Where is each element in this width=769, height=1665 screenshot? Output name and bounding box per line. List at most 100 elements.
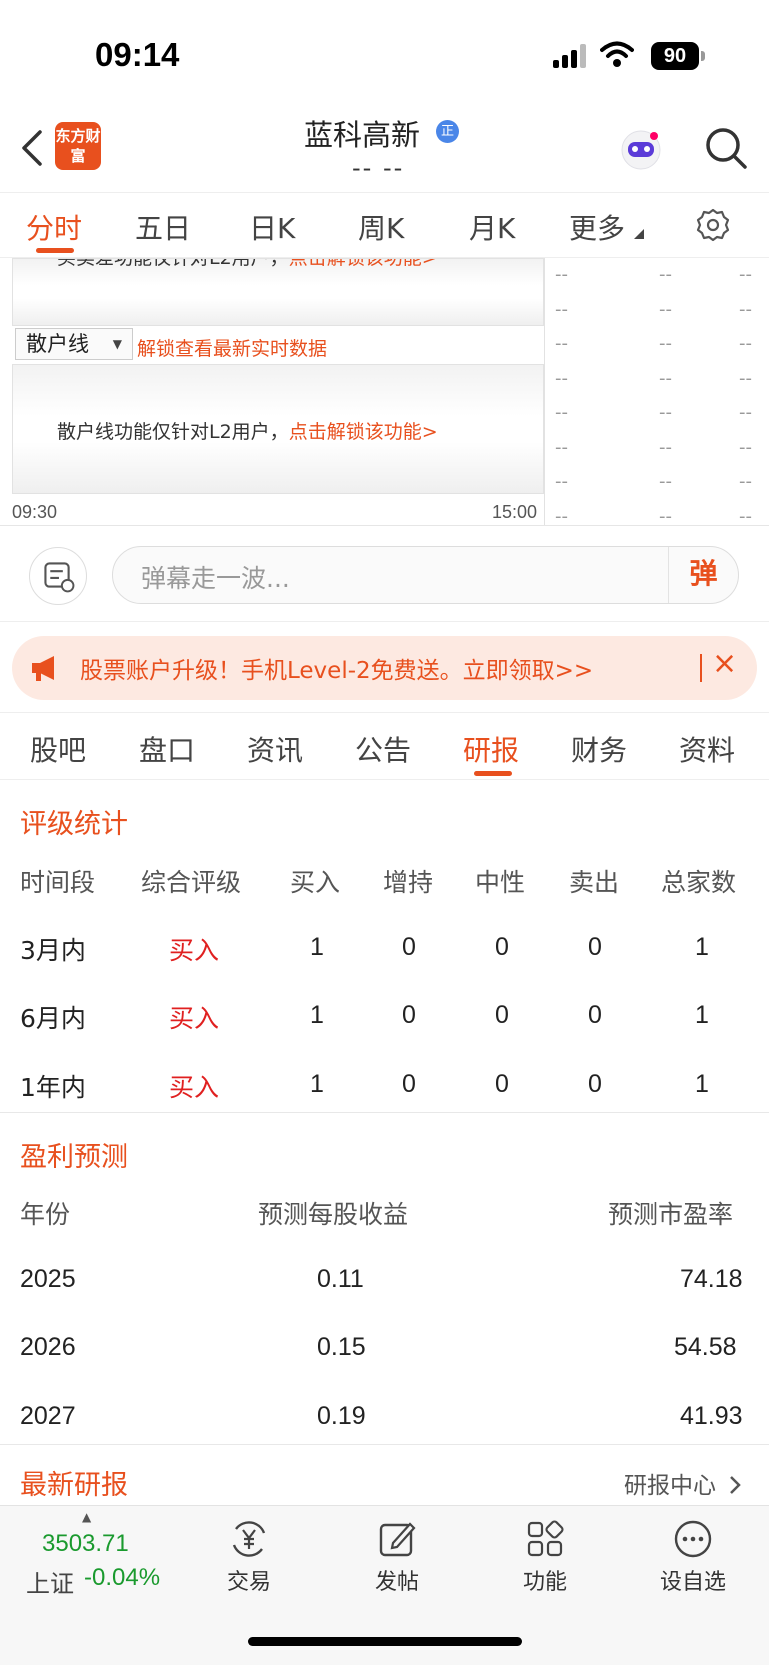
column-header: 预测市盈率 — [608, 1200, 734, 1229]
wifi-icon — [600, 41, 634, 67]
table-cell: 1 — [310, 1070, 324, 1098]
tab-intraday[interactable]: 分时 — [26, 207, 82, 247]
robot-assistant-icon[interactable] — [618, 126, 664, 172]
cellular-signal-icon — [553, 44, 589, 68]
forecast-section-title: 盈利预测 — [20, 1142, 128, 1173]
rating-section-title: 评级统计 — [20, 809, 128, 840]
tab-day-k[interactable]: 日K — [249, 207, 295, 247]
time-axis-start: 09:30 — [12, 502, 58, 522]
danmaku-send-button[interactable]: 弹 — [668, 547, 738, 603]
edit-icon — [379, 1522, 416, 1557]
tab-week-k[interactable]: 周K — [358, 207, 404, 247]
tab-five-day[interactable]: 五日 — [135, 207, 191, 247]
quote-row: -- -- -- — [555, 367, 752, 389]
table-cell: 0 — [588, 1070, 602, 1098]
active-tab-indicator — [474, 771, 512, 776]
research-center-link[interactable]: 研报中心 — [624, 1466, 743, 1500]
period-tab-bar: 分时 五日 日K 周K 月K 更多 — [0, 192, 769, 258]
table-cell: 0 — [495, 1001, 509, 1029]
column-header: 预测每股收益 — [258, 1200, 409, 1229]
column-header: 卖出 — [569, 868, 620, 897]
eastmoney-logo[interactable]: 东方财富 — [55, 122, 101, 170]
apps-grid-icon — [527, 1520, 564, 1557]
danmaku-input[interactable]: 弹幕走一波... 弹 — [112, 546, 739, 604]
tab-announcements[interactable]: 公告 — [355, 729, 411, 769]
index-name[interactable]: 上证 — [26, 1564, 74, 1599]
table-cell: 1 — [310, 933, 324, 961]
quote-row: -- -- -- — [555, 264, 752, 285]
column-header: 中性 — [475, 868, 526, 897]
active-tab-indicator — [36, 248, 74, 253]
table-cell: 买入 — [169, 936, 220, 965]
unlock-realtime-link[interactable]: 解锁查看最新实时数据 — [137, 334, 327, 361]
megaphone-icon — [32, 656, 54, 681]
nav-trade[interactable]: 交易 — [199, 1518, 299, 1596]
tab-finance[interactable]: 财务 — [571, 729, 627, 769]
status-bar: 09:14 90 — [0, 0, 769, 110]
table-cell: 0 — [495, 933, 509, 961]
index-value[interactable]: 3503.71 — [42, 1530, 129, 1558]
quote-row: -- -- -- — [555, 436, 752, 458]
column-header: 总家数 — [661, 868, 737, 897]
table-cell: 54.58 — [674, 1333, 737, 1361]
nav-post[interactable]: 发帖 — [347, 1518, 447, 1596]
tab-news[interactable]: 资讯 — [247, 729, 303, 769]
level2-promo-banner[interactable]: 股票账户升级！手机Level-2免费送。立即领取>> × — [12, 636, 757, 700]
unlock-feature-link[interactable]: 点击解锁该功能> — [289, 421, 438, 443]
back-arrow-icon[interactable] — [18, 128, 48, 168]
intraday-chart: 买卖差功能仅针对L2用户，点击解锁该功能> 散户线 ▼ 解锁查看最新实时数据 散户… — [0, 258, 769, 527]
tab-guba[interactable]: 股吧 — [30, 729, 86, 769]
tab-month-k[interactable]: 月K — [469, 207, 515, 247]
index-change[interactable]: -0.04% — [84, 1564, 160, 1592]
column-header: 增持 — [383, 868, 434, 897]
unlock-feature-link[interactable]: 点击解锁该功能> — [289, 259, 438, 269]
indicator-dropdown[interactable]: 散户线 ▼ — [15, 328, 133, 360]
table-cell: 6月内 — [20, 1004, 86, 1033]
table-cell: 2026 — [20, 1333, 76, 1361]
more-caret-icon — [634, 229, 644, 239]
gear-icon[interactable] — [696, 208, 730, 242]
nav-functions[interactable]: 功能 — [495, 1518, 595, 1596]
table-cell: 买入 — [169, 1004, 220, 1033]
table-cell: 0 — [402, 933, 416, 961]
chevron-right-icon — [730, 1476, 742, 1494]
tab-pankou[interactable]: 盘口 — [139, 729, 195, 769]
column-header: 年份 — [20, 1200, 71, 1229]
battery-tip — [701, 51, 705, 61]
panel-msg: 买卖差功能仅针对L2用户，点击解锁该功能> — [57, 259, 438, 270]
time-axis-end: 15:00 — [492, 502, 538, 522]
quote-placeholder-grid: -- -- -- -- -- -- -- -- -- -- -- -- -- -- -- -- -- -… — [555, 264, 769, 540]
tab-research[interactable]: 研报 — [463, 729, 519, 769]
danmaku-settings-icon[interactable] — [29, 547, 87, 605]
table-cell: 1 — [695, 933, 709, 961]
nav-add-watchlist[interactable]: 设自选 — [643, 1518, 743, 1596]
zheng-badge-icon: 正 — [436, 120, 459, 143]
quote-row: -- -- -- — [555, 333, 752, 354]
tab-profile[interactable]: 资料 — [679, 729, 735, 769]
content-tab-bar: 股吧 盘口 资讯 公告 研报 财务 资料 — [0, 712, 769, 780]
close-icon[interactable]: × — [712, 646, 737, 681]
tab-more[interactable]: 更多 — [569, 207, 625, 247]
retail-line-locked-panel: 散户线功能仅针对L2用户，点击解锁该功能> — [12, 364, 544, 494]
table-cell: 2027 — [20, 1402, 76, 1430]
table-cell: 0 — [588, 933, 602, 961]
table-cell: 0 — [402, 1001, 416, 1029]
column-header: 综合评级 — [141, 868, 242, 897]
banner-separator — [700, 654, 702, 682]
status-time: 09:14 — [95, 36, 180, 73]
more-dots-icon — [674, 1520, 712, 1558]
home-indicator[interactable] — [248, 1637, 522, 1646]
table-cell: 41.93 — [680, 1402, 743, 1430]
stock-name: 蓝科高新 — [304, 118, 421, 152]
panel-msg: 散户线功能仅针对L2用户，点击解锁该功能> — [57, 421, 438, 443]
table-cell: 74.18 — [680, 1265, 743, 1293]
quote-row: -- -- -- — [555, 298, 752, 320]
table-cell: 买入 — [169, 1073, 220, 1102]
yen-exchange-icon — [232, 1521, 266, 1557]
index-expand-caret-icon[interactable]: ▲ — [82, 1510, 91, 1524]
banner-text[interactable]: 股票账户升级！手机Level-2免费送。立即领取>> — [80, 651, 593, 685]
latest-research-title: 最新研报 — [20, 1470, 128, 1501]
table-cell: 1 — [695, 1070, 709, 1098]
search-icon[interactable] — [704, 126, 748, 170]
table-cell: 0.19 — [317, 1402, 366, 1430]
